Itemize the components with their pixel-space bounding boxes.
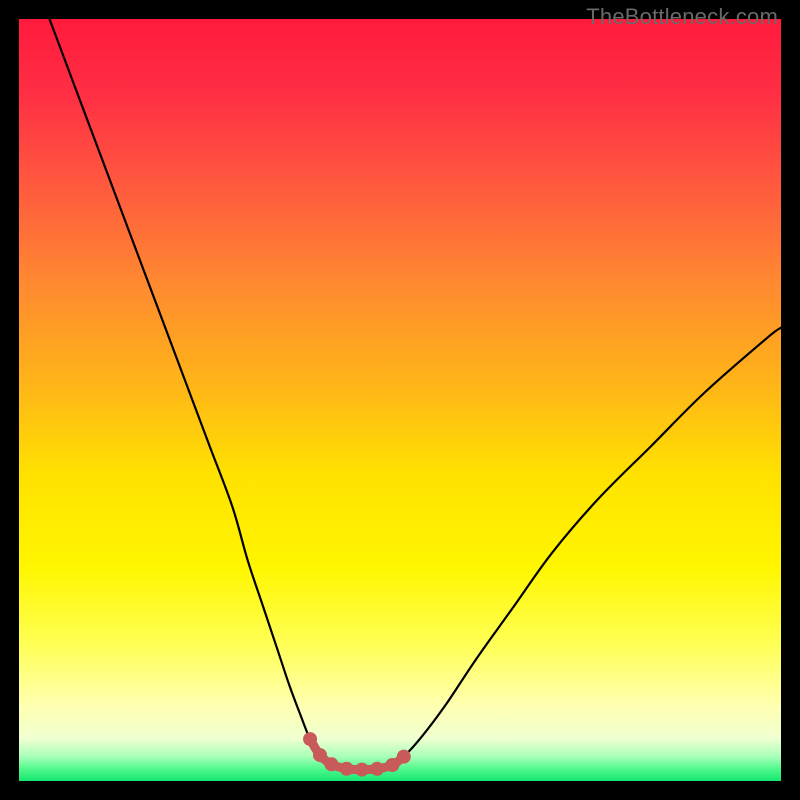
- marker-dot: [340, 762, 354, 776]
- optimal-range-markers: [303, 732, 411, 776]
- bottleneck-curve: [49, 19, 781, 770]
- marker-dot: [324, 757, 338, 771]
- plot-area: [19, 19, 781, 781]
- marker-dot: [313, 748, 327, 762]
- chart-svg: [19, 19, 781, 781]
- marker-dot: [370, 762, 384, 776]
- marker-dot: [303, 732, 317, 746]
- marker-dot: [355, 763, 369, 777]
- watermark-text: TheBottleneck.com: [586, 4, 778, 30]
- marker-dot: [397, 750, 411, 764]
- marker-dot: [385, 758, 399, 772]
